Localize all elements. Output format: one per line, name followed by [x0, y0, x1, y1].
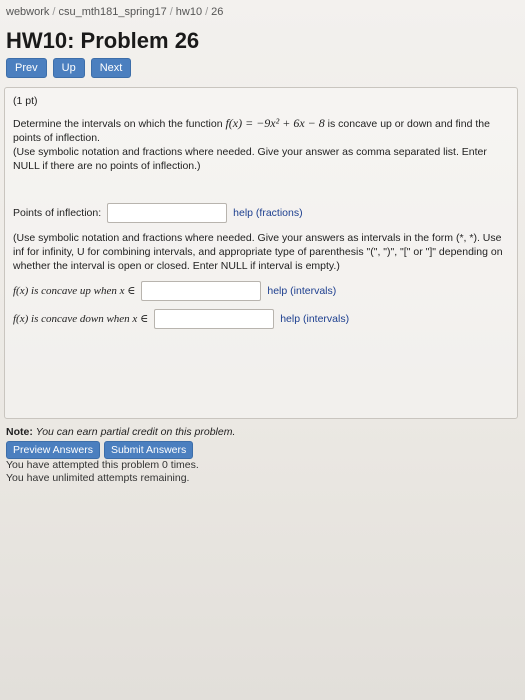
statement-instructions: (Use symbolic notation and fractions whe…	[13, 146, 487, 172]
function-formula: f(x) = −9x² + 6x − 8	[225, 116, 325, 130]
concave-down-label: f(x) is concave down when x ∈	[13, 313, 149, 325]
concave-up-label: f(x) is concave up when x ∈	[13, 285, 136, 297]
note-label: Note:	[6, 426, 33, 438]
help-intervals-link[interactable]: help (intervals)	[280, 312, 349, 326]
concave-up-input[interactable]	[141, 281, 262, 301]
help-intervals-link[interactable]: help (intervals)	[267, 284, 336, 298]
attempts-count: You have attempted this problem 0 times.	[6, 459, 199, 471]
partial-credit-note: Note: You can earn partial credit on thi…	[6, 426, 235, 438]
breadcrumb-separator: /	[169, 6, 173, 18]
inflection-input[interactable]	[107, 203, 228, 223]
answer-actions: Preview Answers Submit Answers	[6, 441, 194, 459]
preview-answers-button[interactable]: Preview Answers	[6, 441, 100, 459]
page: webwork / csu_mth181_spring17/hw10/26 HW10…	[0, 0, 525, 700]
attempts-remaining: You have unlimited attempts remaining.	[6, 472, 190, 484]
help-fractions-link[interactable]: help (fractions)	[233, 206, 302, 220]
inflection-label: Points of inflection:	[13, 207, 102, 219]
concave-down-input[interactable]	[154, 309, 275, 329]
interval-instructions: (Use symbolic notation and fractions whe…	[13, 232, 503, 272]
breadcrumb-webwork[interactable]: webwork	[6, 6, 49, 18]
breadcrumb-problem: 26	[211, 6, 224, 18]
breadcrumb-course[interactable]: csu_mth181_spring17	[58, 6, 166, 18]
problem-box: (1 pt) Determine the intervals on which …	[4, 87, 518, 419]
concave-up-row: f(x) is concave up when x ∈ help (interv…	[13, 281, 509, 301]
up-button[interactable]: Up	[52, 58, 85, 78]
concave-down-row: f(x) is concave down when x ∈ help (inte…	[13, 309, 509, 329]
submit-answers-button[interactable]: Submit Answers	[103, 441, 194, 459]
breadcrumb: webwork / csu_mth181_spring17/hw10/26	[6, 6, 223, 18]
page-title: HW10: Problem 26	[6, 28, 200, 53]
breadcrumb-set[interactable]: hw10	[176, 6, 202, 18]
statement-intro: Determine the intervals on which the fun…	[13, 118, 226, 130]
problem-statement: Determine the intervals on which the fun…	[13, 116, 509, 173]
next-button[interactable]: Next	[90, 58, 132, 78]
note-text: You can earn partial credit on this prob…	[35, 426, 236, 438]
prev-button[interactable]: Prev	[6, 58, 47, 78]
breadcrumb-separator: /	[205, 6, 209, 18]
inflection-row: Points of inflection: help (fractions)	[13, 203, 509, 223]
problem-points: (1 pt)	[13, 95, 38, 107]
breadcrumb-separator: /	[52, 6, 56, 18]
problem-nav: Prev Up Next	[6, 58, 132, 78]
attempt-status: You have attempted this problem 0 times.…	[6, 459, 199, 485]
